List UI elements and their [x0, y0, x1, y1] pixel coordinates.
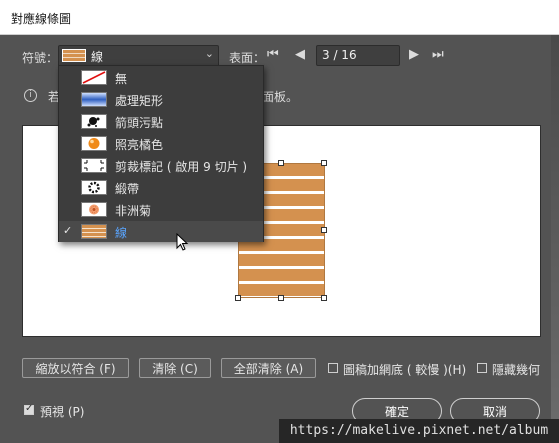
surface-page-field[interactable]: 3 / 16: [316, 45, 400, 66]
handle-middle-right[interactable]: [321, 227, 327, 233]
dropdown-item-label: 箭頭污點: [115, 116, 164, 130]
next-surface-button[interactable]: ▶: [409, 47, 419, 62]
orange-sphere-icon: [81, 136, 107, 151]
dropdown-item-ribbon[interactable]: 緞帶: [59, 177, 263, 198]
clear-button[interactable]: 清除 (C): [139, 358, 211, 378]
last-surface-button[interactable]: ⏭: [432, 47, 444, 62]
dropdown-item-rectangle[interactable]: 處理矩形: [59, 89, 263, 110]
stripes-swatch-icon: [62, 49, 86, 62]
none-swatch-icon: [81, 70, 107, 85]
stripes-icon: [81, 224, 107, 239]
mouse-pointer-icon: [176, 233, 189, 251]
dropdown-item-label: 線: [115, 226, 128, 240]
handle-top-right[interactable]: [321, 160, 327, 166]
dropdown-item-label: 剪裁標記 ( 啟用 9 切片 ): [115, 160, 248, 174]
blue-rectangle-icon: [81, 92, 107, 107]
handle-bottom-left[interactable]: [235, 295, 241, 301]
window-edge: [551, 35, 559, 419]
daisy-icon: [81, 202, 107, 217]
dropdown-item-ink-splat[interactable]: 箭頭污點: [59, 111, 263, 132]
info-icon: i: [24, 89, 37, 102]
preview-label: 預視 (P): [40, 405, 85, 419]
dropdown-item-crop-marks[interactable]: 剪裁標記 ( 啟用 9 切片 ): [59, 155, 263, 176]
handle-bottom-center[interactable]: [278, 295, 284, 301]
previous-surface-button[interactable]: ◀: [295, 47, 305, 62]
dropdown-item-none[interactable]: 無: [59, 67, 263, 88]
clear-all-button[interactable]: 全部清除 (A): [221, 358, 316, 378]
dropdown-item-stripes[interactable]: ✓ 線: [59, 221, 263, 242]
shade-art-checkbox[interactable]: [328, 363, 338, 373]
first-surface-button[interactable]: ⏮: [267, 47, 279, 62]
symbol-select[interactable]: 線 ⌄: [58, 45, 219, 67]
preview-checkbox[interactable]: [24, 403, 34, 415]
checkmark-icon: ✓: [63, 224, 73, 237]
ribbon-icon: [81, 180, 107, 195]
symbol-label: 符號：: [22, 51, 59, 65]
fit-button[interactable]: 縮放以符合 (F): [22, 358, 129, 378]
dropdown-item-label: 處理矩形: [115, 94, 164, 108]
watermark-url: https://makelive.pixnet.net/album: [279, 419, 559, 443]
ink-splat-icon: [81, 114, 107, 129]
dropdown-item-label: 照亮橘色: [115, 138, 164, 152]
symbol-dropdown-menu: 無 處理矩形 箭頭污點 照亮橘色 剪裁標記 ( 啟用 9 切片 ) 緞帶 非洲菊: [58, 65, 264, 242]
handle-top-center[interactable]: [278, 160, 284, 166]
dropdown-item-orange[interactable]: 照亮橘色: [59, 133, 263, 154]
crop-marks-icon: [81, 158, 107, 173]
surface-page-value: 3 / 16: [322, 48, 357, 62]
hide-geometry-checkbox[interactable]: [477, 363, 487, 373]
handle-bottom-right[interactable]: [321, 295, 327, 301]
info-text-right: 面板。: [262, 90, 299, 104]
dropdown-item-label: 非洲菊: [115, 204, 152, 218]
title-bar: 對應線條圖: [0, 0, 559, 35]
dropdown-item-daisy[interactable]: 非洲菊: [59, 199, 263, 220]
dropdown-item-label: 無: [115, 72, 128, 86]
chevron-down-icon: ⌄: [204, 47, 214, 60]
dropdown-item-label: 緞帶: [115, 182, 140, 196]
hide-geometry-label: 隱藏幾何: [492, 363, 541, 377]
surface-label: 表面：: [229, 51, 266, 65]
window-title: 對應線條圖: [11, 12, 72, 26]
symbol-select-value: 線: [91, 50, 104, 64]
shade-art-label: 圖稿加網底 ( 較慢 )(H): [343, 363, 467, 377]
